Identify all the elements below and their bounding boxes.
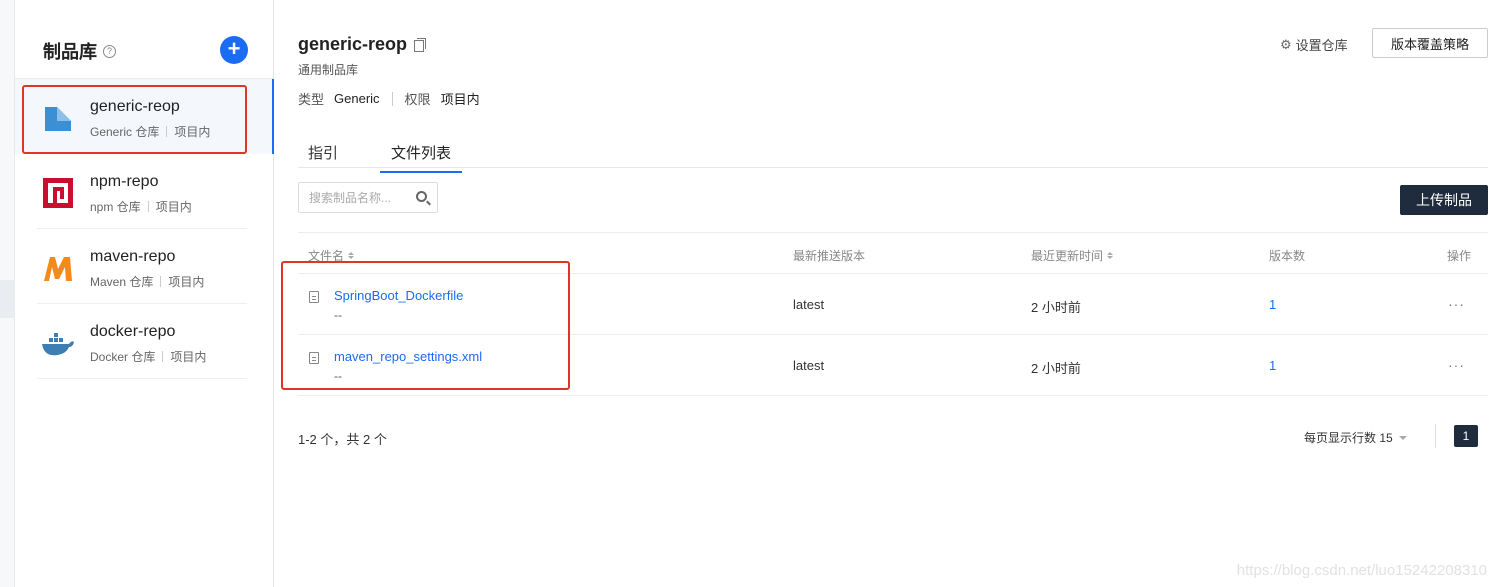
- version-count-link[interactable]: 1: [1269, 297, 1276, 312]
- repo-detail-panel: generic-reop 通用制品库 类型 Generic 权限 项目内 ⚙ 设…: [274, 0, 1497, 587]
- sidebar-item-docker-repo[interactable]: docker-repo Docker 仓库 项目内: [15, 304, 274, 379]
- repo-sidebar: 制品库 ? + generic-reop Generic 仓库 项目内 npm-r…: [15, 0, 274, 587]
- repo-type: Maven 仓库: [90, 275, 154, 289]
- info-separator: [391, 91, 393, 106]
- file-table: 文件名 最新推送版本 最近更新时间 版本数 操作 SpringBoot_Dock…: [298, 232, 1488, 396]
- repo-name: generic-reop: [90, 98, 180, 115]
- tab-bar: 指引 文件列表: [298, 129, 1488, 173]
- table-header: 文件名 最新推送版本 最近更新时间 版本数 操作: [298, 232, 1488, 274]
- type-label: 类型: [298, 92, 325, 107]
- tab-guide[interactable]: 指引: [308, 142, 338, 171]
- sidebar-item-npm-repo[interactable]: npm-repo npm 仓库 项目内: [15, 154, 274, 229]
- chevron-down-icon: [1398, 435, 1407, 440]
- meta-separator: [147, 201, 149, 212]
- file-name-link[interactable]: maven_repo_settings.xml: [334, 349, 482, 364]
- column-header-actions: 操作: [1447, 249, 1472, 263]
- sidebar-item-maven-repo[interactable]: maven-repo Maven 仓库 项目内: [15, 229, 274, 304]
- sidebar-title: 制品库: [43, 42, 97, 62]
- type-value: Generic: [334, 91, 380, 106]
- settings-label: 设置仓库: [1295, 38, 1348, 53]
- left-rail: [0, 0, 15, 587]
- search-input[interactable]: [309, 190, 409, 205]
- help-icon[interactable]: ?: [103, 44, 116, 58]
- more-actions-icon[interactable]: ···: [1448, 357, 1465, 373]
- repo-scope: 项目内: [170, 350, 207, 364]
- settings-repo-link[interactable]: ⚙ 设置仓库: [1280, 35, 1348, 54]
- rail-indicator: [0, 280, 15, 318]
- file-icon: [309, 291, 319, 303]
- watermark: https://blog.csdn.net/luo15242208310: [1236, 562, 1487, 579]
- npm-icon: [43, 178, 73, 208]
- copy-icon[interactable]: [414, 38, 427, 52]
- repo-info: 类型 Generic 权限 项目内: [298, 89, 480, 108]
- page-size-label: 每页显示行数 15: [1304, 431, 1393, 445]
- table-row: SpringBoot_Dockerfile -- latest 2 小时前 1 …: [298, 274, 1488, 335]
- maven-icon: [44, 257, 72, 281]
- permission-label: 权限: [404, 92, 431, 107]
- repo-title-text: generic-reop: [298, 34, 408, 54]
- sidebar-item-generic-reop[interactable]: generic-reop Generic 仓库 项目内: [15, 79, 274, 154]
- add-repo-button[interactable]: +: [220, 36, 248, 64]
- updated-time: 2 小时前: [1031, 361, 1081, 376]
- more-actions-icon[interactable]: ···: [1448, 296, 1465, 312]
- meta-separator: [160, 276, 162, 287]
- repo-meta: Maven 仓库 项目内: [90, 273, 204, 290]
- column-header-updated[interactable]: 最近更新时间: [1031, 247, 1114, 264]
- column-header-version: 最新推送版本: [793, 249, 866, 263]
- column-header-name[interactable]: 文件名: [308, 247, 355, 264]
- repo-meta: Docker 仓库 项目内: [90, 348, 206, 365]
- meta-separator: [166, 126, 168, 137]
- result-count: 1-2 个，共 2 个: [298, 432, 387, 447]
- file-icon: [309, 352, 319, 364]
- page-size-select[interactable]: 每页显示行数 15: [1304, 429, 1407, 446]
- repo-type: Docker 仓库: [90, 350, 156, 364]
- meta-separator: [162, 351, 164, 362]
- version-count-link[interactable]: 1: [1269, 358, 1276, 373]
- latest-version: latest: [793, 297, 825, 312]
- tab-file-list[interactable]: 文件列表: [380, 142, 462, 173]
- repo-type: npm 仓库: [90, 200, 141, 214]
- latest-version: latest: [793, 358, 825, 373]
- docker-icon: [42, 333, 74, 356]
- search-icon[interactable]: [416, 191, 427, 202]
- file-name-link[interactable]: SpringBoot_Dockerfile: [334, 288, 463, 303]
- repo-type: Generic 仓库: [90, 125, 160, 139]
- file-description: --: [334, 369, 342, 383]
- repo-name: maven-repo: [90, 248, 176, 265]
- sort-icon[interactable]: [1107, 252, 1114, 259]
- permission-value: 项目内: [440, 92, 480, 107]
- updated-time: 2 小时前: [1031, 300, 1081, 315]
- search-field[interactable]: [298, 182, 438, 213]
- repo-subtitle: 通用制品库: [298, 63, 359, 77]
- sort-icon[interactable]: [348, 252, 355, 259]
- page-button-current[interactable]: 1: [1454, 425, 1478, 447]
- gear-icon: ⚙: [1280, 36, 1292, 52]
- repo-scope: 项目内: [168, 275, 205, 289]
- page-title: generic-reop: [298, 34, 427, 55]
- sidebar-header: 制品库 ?: [43, 38, 116, 64]
- table-row: maven_repo_settings.xml -- latest 2 小时前 …: [298, 335, 1488, 396]
- repo-meta: npm 仓库 项目内: [90, 198, 192, 215]
- repo-name: npm-repo: [90, 173, 159, 190]
- repo-meta: Generic 仓库 项目内: [90, 123, 210, 140]
- pagination-divider: [1435, 424, 1436, 448]
- repo-scope: 项目内: [155, 200, 192, 214]
- file-description: --: [334, 308, 342, 322]
- version-policy-button[interactable]: 版本覆盖策略: [1372, 28, 1488, 58]
- repo-name: docker-repo: [90, 323, 176, 340]
- upload-artifact-button[interactable]: 上传制品: [1400, 185, 1488, 215]
- column-header-count: 版本数: [1269, 249, 1306, 263]
- generic-folder-icon: [45, 107, 71, 131]
- repo-scope: 项目内: [174, 125, 211, 139]
